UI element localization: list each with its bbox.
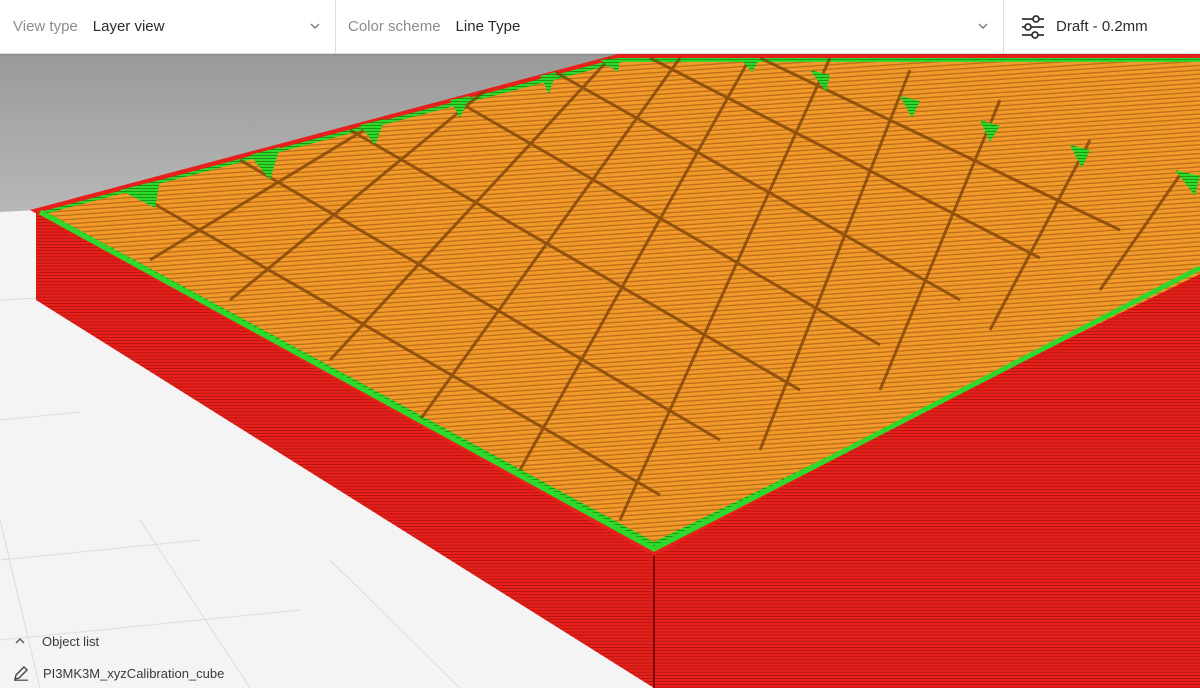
layer-view-viewport[interactable] [0, 0, 1200, 688]
color-scheme-caption: Color scheme [348, 18, 441, 35]
color-scheme-dropdown[interactable]: Color scheme Line Type [336, 0, 1004, 53]
pencil-icon[interactable] [13, 665, 29, 681]
object-name: PI3MK3M_xyzCalibration_cube [43, 665, 225, 681]
object-list-item[interactable]: PI3MK3M_xyzCalibration_cube [10, 662, 224, 684]
caret-up-icon [15, 638, 25, 644]
view-type-caption: View type [13, 18, 78, 35]
color-scheme-value: Line Type [455, 18, 521, 35]
object-list-toggle[interactable]: Object list [10, 630, 224, 652]
sliders-icon [1022, 14, 1044, 39]
view-type-value: Layer view [92, 18, 165, 35]
chevron-down-icon [978, 23, 988, 29]
view-toolbar: View type Layer view Color scheme Line T… [0, 0, 1200, 54]
object-list-panel: Object list PI3MK3M_xyzCalibration_cube [10, 630, 224, 684]
chevron-down-icon [310, 23, 320, 29]
print-profile-label: Draft - 0.2mm [1056, 18, 1148, 35]
object-list-title: Object list [42, 633, 100, 649]
view-type-dropdown[interactable]: View type Layer view [0, 0, 336, 53]
print-setup-button[interactable]: Draft - 0.2mm [1004, 0, 1200, 53]
